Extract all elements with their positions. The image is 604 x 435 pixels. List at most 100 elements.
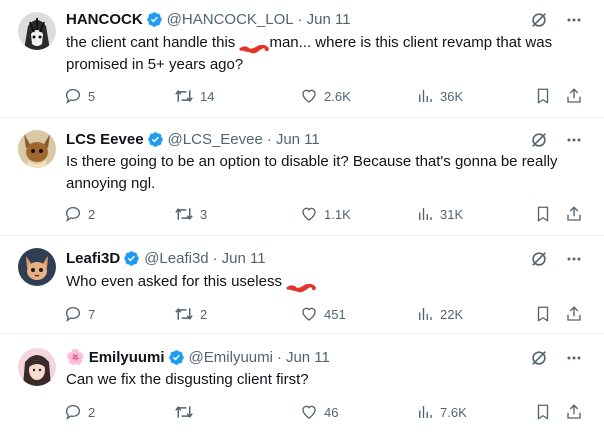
like-button[interactable]: 2.6K xyxy=(300,85,351,107)
tweet-header: LCS Eevee @LCS_Eevee · Jun 11 xyxy=(66,129,320,149)
bookmark-button[interactable] xyxy=(534,85,558,107)
retweet-icon xyxy=(175,208,193,220)
display-name[interactable]: Emilyuumi xyxy=(89,349,165,366)
tweet-header-actions xyxy=(530,349,582,367)
tweet-actions: 2 3 1.1K 31K xyxy=(64,203,594,225)
tweet-header-actions xyxy=(530,250,582,268)
share-upload-icon xyxy=(567,404,581,419)
share-upload-icon xyxy=(567,88,581,103)
slash-circle-icon[interactable] xyxy=(530,349,548,367)
bar-chart-icon xyxy=(419,308,432,320)
tweet-actions: 7 2 451 22K xyxy=(64,303,594,325)
like-count: 1.1K xyxy=(324,206,351,222)
reply-bubble-icon xyxy=(65,306,81,322)
share-button[interactable] xyxy=(565,303,589,325)
more-dots-icon[interactable] xyxy=(566,12,582,28)
reply-count: 5 xyxy=(88,88,96,104)
tweet-hancock[interactable]: HANCOCK @HANCOCK_LOL · Jun 11 the client… xyxy=(0,0,604,118)
reply-button[interactable]: 5 xyxy=(64,85,95,107)
verified-badge-icon xyxy=(123,250,140,267)
redaction-scribble xyxy=(286,278,317,292)
avatar[interactable] xyxy=(18,12,56,50)
bookmark-icon xyxy=(537,404,549,420)
more-dots-icon[interactable] xyxy=(566,132,582,148)
avatar[interactable] xyxy=(18,248,56,286)
avatar[interactable] xyxy=(18,130,56,168)
bookmark-icon xyxy=(537,88,549,104)
reply-bubble-icon xyxy=(65,206,81,222)
retweet-button[interactable] xyxy=(174,401,200,423)
timestamp[interactable]: Jun 11 xyxy=(222,250,266,267)
tweet-header: 🌸 Emilyuumi @Emilyuumi · Jun 11 xyxy=(66,347,330,367)
handle[interactable]: @HANCOCK_LOL xyxy=(167,11,294,28)
tweet-emilyuumi[interactable]: 🌸 Emilyuumi @Emilyuumi · Jun 11 Can we f… xyxy=(0,334,604,435)
tweet-lcs-eevee[interactable]: LCS Eevee @LCS_Eevee · Jun 11 Is there g… xyxy=(0,118,604,236)
share-button[interactable] xyxy=(565,401,589,423)
share-button[interactable] xyxy=(565,85,589,107)
handle[interactable]: @Emilyuumi xyxy=(189,349,273,366)
like-button[interactable]: 1.1K xyxy=(300,203,351,225)
display-name[interactable]: Leafi3D xyxy=(66,250,120,267)
tweet-header: HANCOCK @HANCOCK_LOL · Jun 11 xyxy=(66,9,351,29)
reply-feed: HANCOCK @HANCOCK_LOL · Jun 11 the client… xyxy=(0,0,604,435)
like-button[interactable]: 46 xyxy=(300,401,338,423)
more-dots-icon[interactable] xyxy=(566,350,582,366)
retweet-count: 2 xyxy=(200,306,208,322)
reply-button[interactable]: 2 xyxy=(64,401,95,423)
tweet-actions: 2 46 7.6K xyxy=(64,401,594,423)
tweet-text-part: the client cant handle this xyxy=(66,34,240,51)
handle[interactable]: @LCS_Eevee xyxy=(168,131,263,148)
slash-circle-icon[interactable] xyxy=(530,131,548,149)
reply-button[interactable]: 2 xyxy=(64,203,95,225)
tweet-text-part: Who even asked for this useless xyxy=(66,273,287,290)
retweet-button[interactable]: 14 xyxy=(174,85,214,107)
reply-bubble-icon xyxy=(65,88,81,104)
views-button[interactable]: 22K xyxy=(416,303,463,325)
views-button[interactable]: 36K xyxy=(416,85,463,107)
like-button[interactable]: 451 xyxy=(300,303,346,325)
timestamp[interactable]: Jun 11 xyxy=(286,349,330,366)
heart-icon xyxy=(302,89,316,103)
bar-chart-icon xyxy=(419,208,432,220)
tweet-leafi3d[interactable]: Leafi3D @Leafi3d · Jun 11 Who even asked… xyxy=(0,236,604,334)
bookmark-icon xyxy=(537,206,549,222)
bar-chart-icon xyxy=(419,406,432,418)
share-button[interactable] xyxy=(565,203,589,225)
views-count: 22K xyxy=(440,306,464,322)
verified-badge-icon xyxy=(146,11,163,28)
more-dots-icon[interactable] xyxy=(566,251,582,267)
slash-circle-icon[interactable] xyxy=(530,250,548,268)
separator: · xyxy=(266,130,272,148)
display-name[interactable]: HANCOCK xyxy=(66,11,143,28)
bookmark-button[interactable] xyxy=(534,401,558,423)
views-button[interactable]: 31K xyxy=(416,203,463,225)
timestamp[interactable]: Jun 11 xyxy=(307,11,351,28)
tweet-text: Who even asked for this useless xyxy=(66,271,576,293)
slash-circle-icon[interactable] xyxy=(530,11,548,29)
flower-emoji-icon: 🌸 xyxy=(66,349,85,366)
views-button[interactable]: 7.6K xyxy=(416,401,467,423)
separator: · xyxy=(297,10,303,28)
display-name[interactable]: LCS Eevee xyxy=(66,131,144,148)
separator: · xyxy=(212,249,218,267)
bookmark-button[interactable] xyxy=(534,303,558,325)
heart-icon xyxy=(302,207,316,221)
views-count: 7.6K xyxy=(440,404,467,420)
retweet-count: 14 xyxy=(200,88,215,104)
retweet-button[interactable]: 2 xyxy=(174,303,207,325)
views-count: 31K xyxy=(440,206,464,222)
like-count: 46 xyxy=(324,404,339,420)
reply-button[interactable]: 7 xyxy=(64,303,95,325)
timestamp[interactable]: Jun 11 xyxy=(276,131,320,148)
tweet-header-actions xyxy=(530,11,582,29)
bookmark-icon xyxy=(537,306,549,322)
retweet-button[interactable]: 3 xyxy=(174,203,207,225)
avatar[interactable] xyxy=(18,348,56,386)
handle[interactable]: @Leafi3d xyxy=(144,250,208,267)
retweet-count: 3 xyxy=(200,206,208,222)
verified-badge-icon xyxy=(168,349,185,366)
bookmark-button[interactable] xyxy=(534,203,558,225)
share-upload-icon xyxy=(567,206,581,221)
reply-count: 2 xyxy=(88,404,96,420)
tweet-text: the client cant handle this man... where… xyxy=(66,32,576,76)
